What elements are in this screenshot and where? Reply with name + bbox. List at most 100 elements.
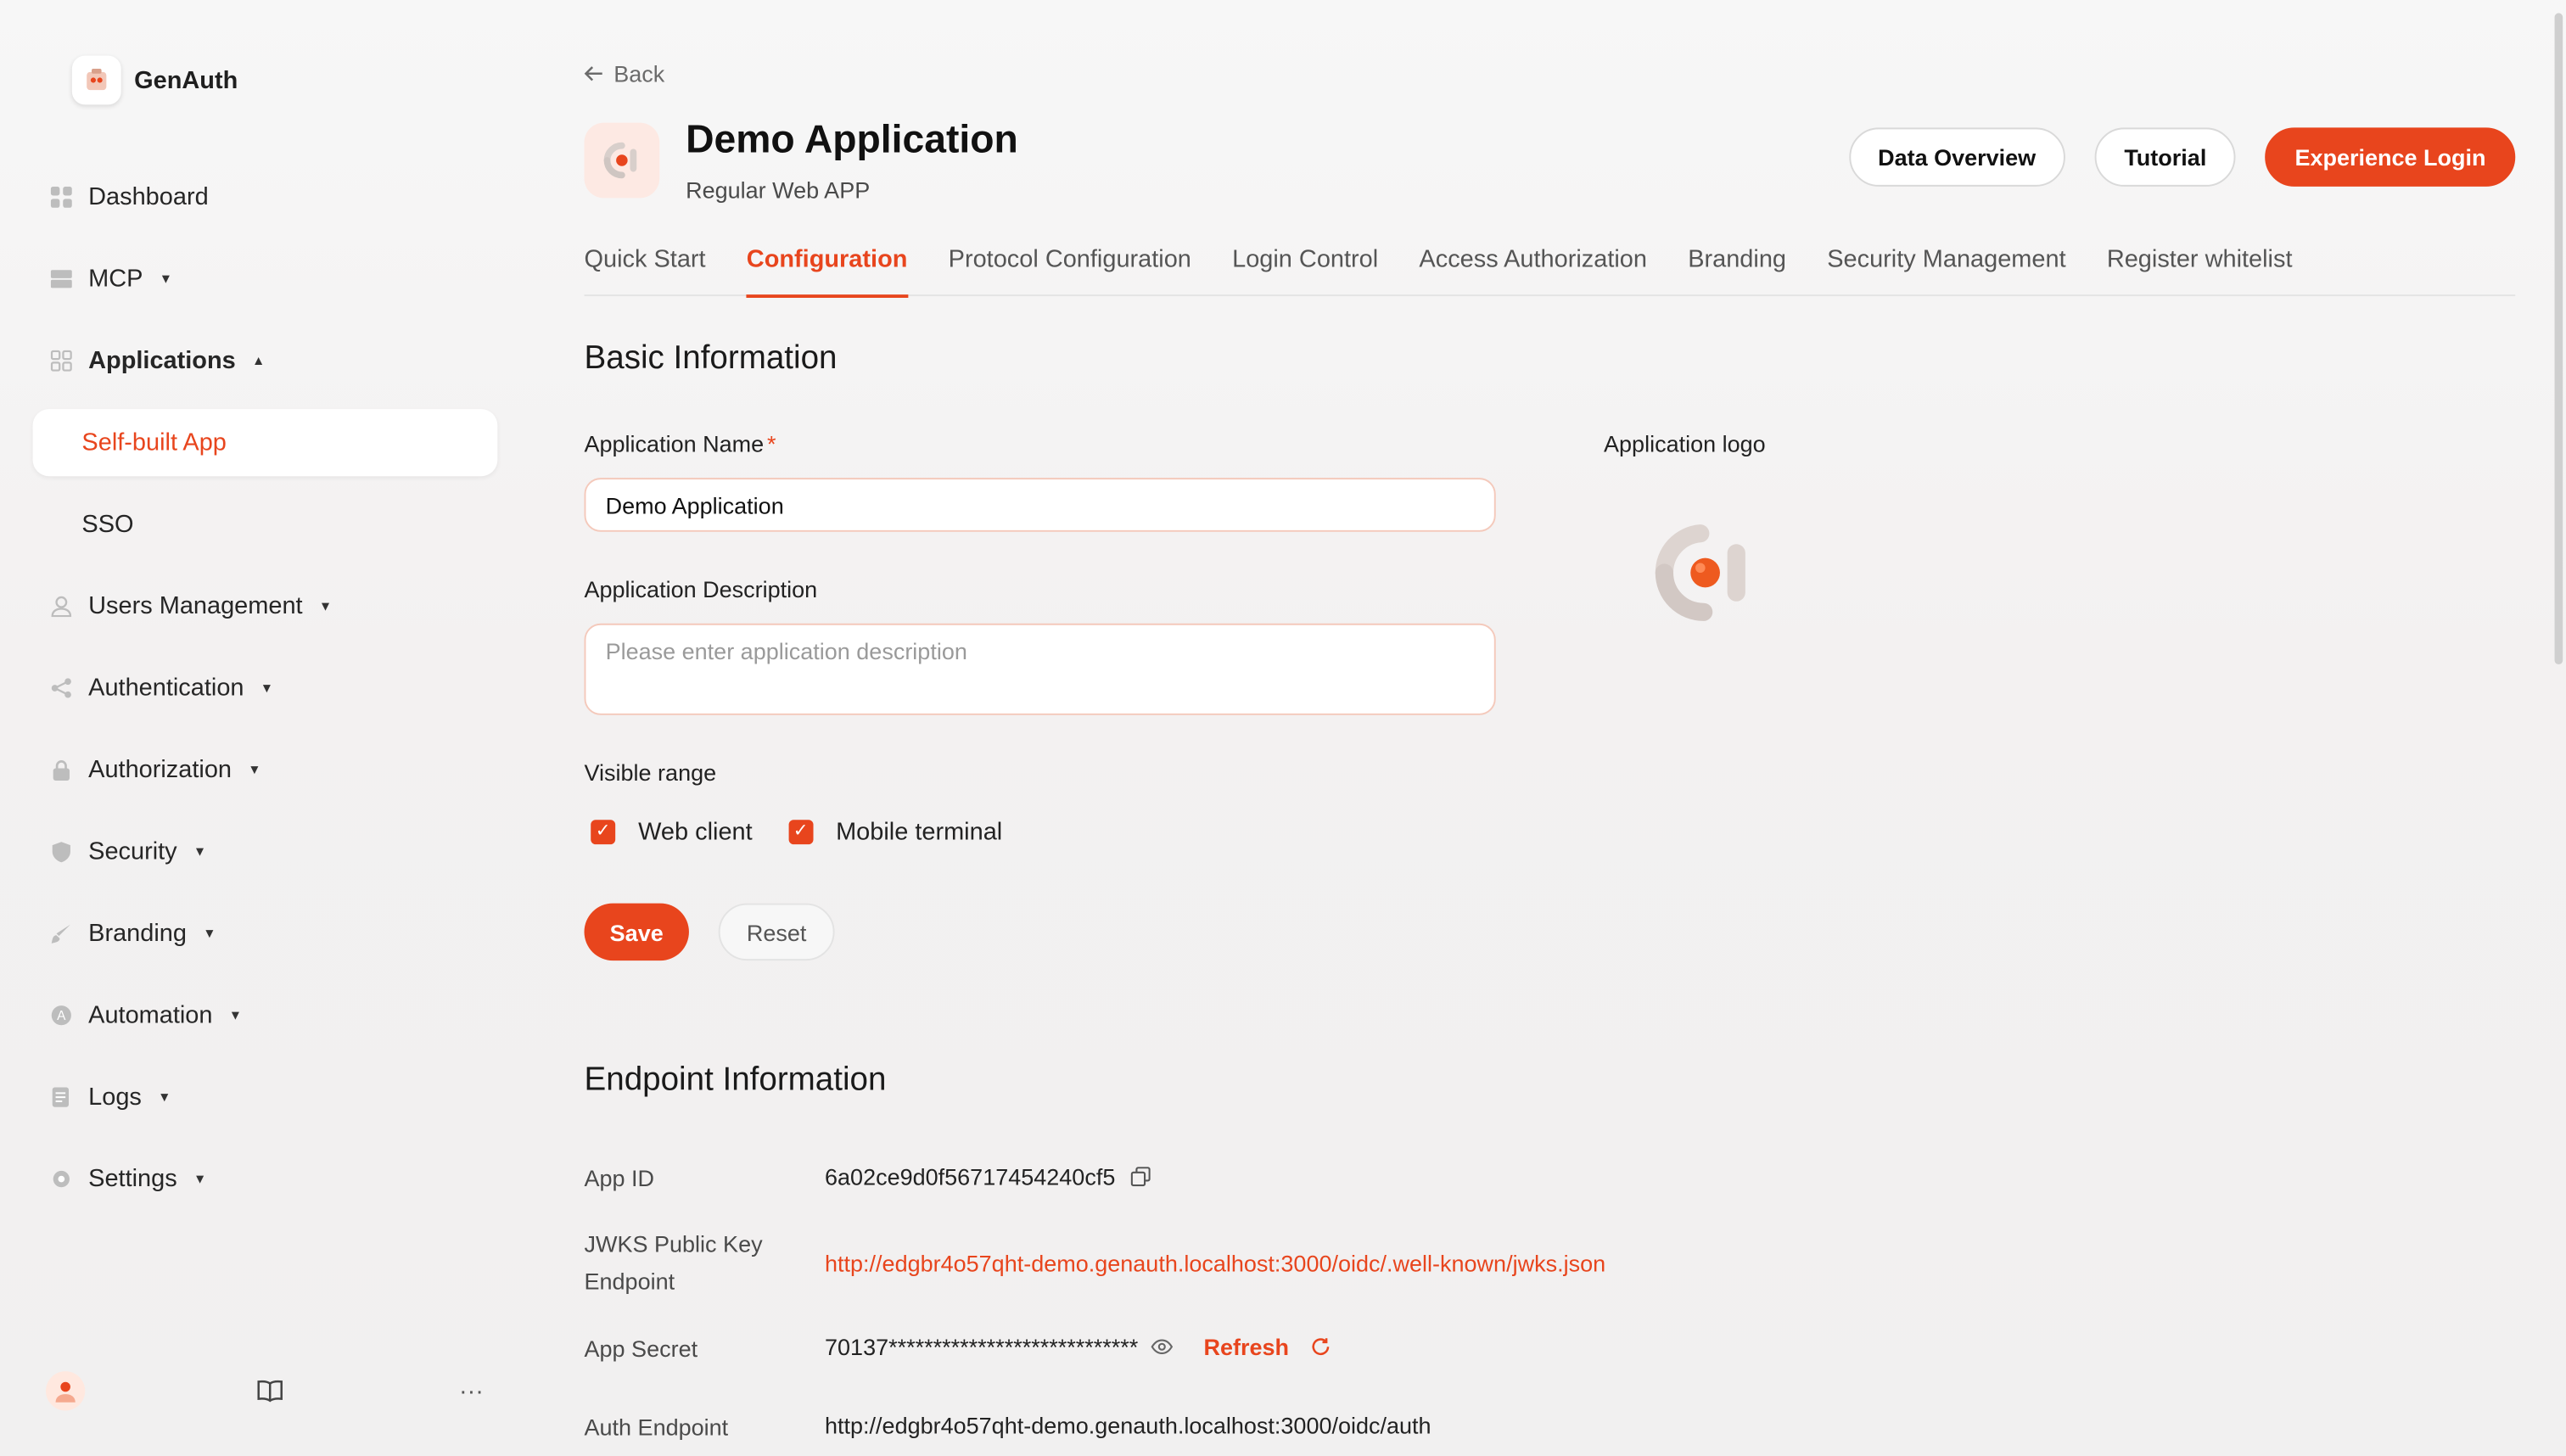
sidebar-item-label: Security	[88, 837, 177, 866]
caret-down-icon: ▼	[158, 1089, 171, 1105]
web-client-checkbox[interactable]: ✓ Web client	[591, 818, 753, 847]
refresh-secret-button[interactable]: Refresh	[1203, 1334, 1289, 1360]
application-description-input[interactable]: Please enter application description	[584, 623, 1496, 715]
jwks-endpoint-label: JWKS Public Key Endpoint	[585, 1226, 763, 1302]
experience-login-button[interactable]: Experience Login	[2265, 127, 2516, 187]
caret-down-icon: ▼	[228, 1008, 243, 1023]
lock-icon	[49, 759, 72, 781]
automation-icon: A	[49, 1004, 72, 1027]
sidebar-item-label: Logs	[88, 1083, 142, 1112]
web-client-label: Web client	[638, 818, 753, 847]
sidebar-item-label: Users Management	[88, 592, 303, 620]
sidebar-item-security[interactable]: Security ▼	[33, 818, 498, 885]
app-logo-icon	[584, 122, 660, 199]
jwks-endpoint-link[interactable]: http://edgbr4o57qht-demo.genauth.localho…	[825, 1250, 1605, 1276]
tab-login-control[interactable]: Login Control	[1232, 245, 1378, 296]
book-icon[interactable]	[254, 1375, 287, 1408]
required-mark: *	[767, 430, 776, 457]
sidebar-item-authentication[interactable]: Authentication ▼	[33, 654, 498, 721]
caret-down-icon: ▼	[318, 598, 333, 614]
visible-range-options: ✓ Web client ✓ Mobile terminal	[591, 818, 1002, 846]
jwks-label-line-1: JWKS Public Key	[584, 1230, 763, 1257]
sidebar-footer: ···	[46, 1371, 488, 1411]
sidebar-item-automation[interactable]: A Automation ▼	[33, 982, 498, 1049]
server-icon	[49, 267, 72, 290]
tab-bar: Quick Start Configuration Protocol Confi…	[584, 245, 2516, 299]
copy-icon[interactable]	[1129, 1165, 1151, 1188]
avatar[interactable]	[46, 1371, 86, 1411]
grid-icon	[49, 186, 72, 209]
application-name-input[interactable]: Demo Application	[584, 478, 1496, 532]
page-scrollbar[interactable]	[2554, 13, 2563, 665]
sidebar-item-label: Applications	[88, 346, 236, 375]
tutorial-button[interactable]: Tutorial	[2094, 127, 2237, 187]
sidebar-subitem-sso[interactable]: SSO	[33, 491, 498, 558]
svg-text:A: A	[56, 1009, 65, 1023]
sidebar-item-label: Authorization	[88, 756, 233, 784]
app-secret-value: 70137****************************	[825, 1333, 1139, 1360]
sidebar-item-logs[interactable]: Logs ▼	[33, 1064, 498, 1131]
application-logo-label: Application logo	[1604, 430, 1766, 457]
tab-quick-start[interactable]: Quick Start	[585, 245, 706, 296]
mobile-terminal-checkbox[interactable]: ✓ Mobile terminal	[788, 818, 1002, 846]
auth-endpoint-label: Auth Endpoint	[584, 1414, 729, 1441]
data-overview-button[interactable]: Data Overview	[1848, 127, 2065, 187]
tab-branding[interactable]: Branding	[1688, 245, 1786, 296]
sidebar-item-mcp[interactable]: MCP ▼	[33, 245, 498, 312]
app-id-value: 6a02ce9d0f56717454240cf5	[825, 1163, 1116, 1190]
sidebar-item-dashboard[interactable]: Dashboard	[33, 164, 498, 231]
sidebar-item-users-management[interactable]: Users Management ▼	[33, 573, 498, 640]
back-label: Back	[613, 60, 665, 87]
brand[interactable]: GenAuth	[71, 55, 238, 105]
sidebar-item-label: Authentication	[88, 674, 244, 703]
mobile-terminal-label: Mobile terminal	[836, 818, 1003, 847]
jwks-label-line-2: Endpoint	[584, 1268, 675, 1295]
gear-icon	[49, 1168, 72, 1190]
sidebar-item-applications[interactable]: Applications ▲	[33, 328, 498, 395]
tab-configuration[interactable]: Configuration	[746, 245, 909, 299]
app-header: Demo Application Regular Web APP	[584, 117, 1018, 203]
endpoint-information-heading: Endpoint Information	[584, 1061, 887, 1099]
application-name-label-text: Application Name	[584, 430, 765, 457]
application-name-label: Application Name *	[585, 430, 776, 456]
header-actions: Data Overview Tutorial Experience Login	[1848, 127, 2516, 187]
sidebar-subitem-self-built-app[interactable]: Self-built App	[32, 409, 498, 477]
refresh-icon[interactable]	[1308, 1336, 1331, 1358]
tab-protocol-configuration[interactable]: Protocol Configuration	[949, 245, 1191, 296]
caret-down-icon: ▼	[193, 844, 207, 860]
user-icon	[49, 595, 72, 618]
sidebar-item-branding[interactable]: Branding ▼	[33, 900, 498, 967]
sidebar-item-settings[interactable]: Settings ▼	[33, 1145, 498, 1212]
app-id-label: App ID	[584, 1165, 655, 1192]
application-description-label: Application Description	[584, 575, 818, 602]
sidebar-item-label: Branding	[88, 919, 187, 948]
app-logo-icon	[1655, 524, 1745, 621]
caret-down-icon: ▼	[159, 272, 173, 287]
save-button[interactable]: Save	[584, 903, 689, 961]
sidebar-item-authorization[interactable]: Authorization ▼	[33, 736, 498, 804]
brand-name: GenAuth	[134, 66, 238, 94]
more-icon[interactable]: ···	[455, 1375, 488, 1408]
app-secret-label: App Secret	[584, 1335, 698, 1362]
page-title: Demo Application	[686, 117, 1018, 162]
tab-access-authorization[interactable]: Access Authorization	[1419, 245, 1647, 296]
caret-up-icon: ▲	[252, 353, 266, 368]
arrow-left-icon	[584, 60, 604, 87]
caret-down-icon: ▼	[248, 762, 261, 778]
back-link[interactable]: Back	[584, 60, 665, 87]
checkbox-checked-icon: ✓	[591, 820, 616, 845]
tab-register-whitelist[interactable]: Register whitelist	[2107, 245, 2293, 296]
brush-icon	[49, 922, 72, 945]
eye-icon[interactable]	[1151, 1336, 1174, 1358]
caret-down-icon: ▼	[260, 680, 274, 696]
brand-logo-icon	[71, 55, 121, 105]
checkbox-checked-icon: ✓	[788, 820, 814, 845]
reset-button[interactable]: Reset	[718, 903, 835, 961]
sidebar-item-label: Settings	[88, 1165, 177, 1193]
caret-down-icon: ▼	[203, 926, 216, 941]
tab-security-management[interactable]: Security Management	[1827, 245, 2065, 296]
shield-icon	[49, 840, 72, 863]
application-logo-upload[interactable]	[1641, 511, 1766, 636]
sidebar: GenAuth Dashboard MCP ▼ Applications ▲ S…	[0, 0, 524, 1456]
caret-down-icon: ▼	[193, 1171, 207, 1187]
